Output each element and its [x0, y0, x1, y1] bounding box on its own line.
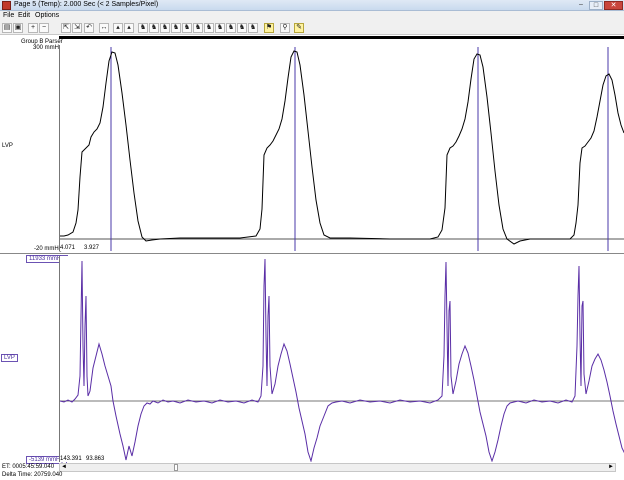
compress-icon[interactable]: ⇲ — [72, 23, 82, 33]
flag-icon[interactable]: ⚑ — [264, 23, 274, 33]
ch2-plot[interactable] — [59, 256, 624, 462]
menu-options[interactable]: Options — [35, 12, 59, 19]
probe-icon[interactable]: ⚲ — [280, 23, 290, 33]
marker-icon[interactable]: ♞ — [237, 23, 247, 33]
ch1-name: LVP — [2, 143, 13, 149]
ch1-readout-a: 4.071 — [60, 245, 76, 251]
menu-edit[interactable]: Edit — [18, 12, 30, 19]
menu-file[interactable]: File — [3, 12, 14, 19]
app-icon — [2, 1, 11, 10]
ch1-scale-top: 300 mmHg — [33, 45, 63, 51]
pen-icon[interactable]: ✎ — [294, 23, 304, 33]
horizontal-scrollbar[interactable]: ◄ ► — [59, 463, 616, 472]
minimize-button[interactable]: – — [574, 1, 588, 10]
marker-icon[interactable]: ♞ — [226, 23, 236, 33]
zoom-out-icon[interactable]: − — [39, 23, 49, 33]
marker-icon[interactable]: ♞ — [171, 23, 181, 33]
channel-separator — [0, 253, 624, 254]
print-icon[interactable]: ▤ — [2, 23, 12, 33]
maximize-button[interactable]: □ — [589, 1, 603, 10]
ch2-waveform — [60, 258, 624, 462]
ch1-waveform — [60, 50, 624, 245]
window-title: Page 5 (Temp): 2.000 Sec (< 2 Samples/Pi… — [14, 1, 159, 8]
marker-icon[interactable]: ▴ — [113, 23, 123, 33]
marker-icon[interactable]: ♞ — [248, 23, 258, 33]
expand-icon[interactable]: ⇱ — [61, 23, 71, 33]
ch2-readout-a: 143.391 — [60, 456, 82, 462]
horizontal-arrows-icon[interactable]: ↔ — [99, 23, 109, 33]
ch1-plot[interactable] — [59, 45, 624, 251]
scroll-left-icon[interactable]: ◄ — [60, 464, 68, 471]
marker-icon[interactable]: ▴ — [124, 23, 134, 33]
marker-icon[interactable]: ♞ — [204, 23, 214, 33]
scroll-right-icon[interactable]: ► — [607, 464, 615, 471]
toolbar: ▤ ▣ + − ⇱ ⇲ ↶ ↔ ▴ ▴ ♞ ♞ ♞ ♞ ♞ ♞ ♞ ♞ ♞ ♞ … — [0, 21, 624, 35]
menu-bar: File Edit Options — [0, 11, 624, 21]
save-icon[interactable]: ▣ — [13, 23, 23, 33]
marker-icon[interactable]: ♞ — [138, 23, 148, 33]
close-button[interactable]: ✕ — [604, 1, 623, 10]
marker-icon[interactable]: ♞ — [182, 23, 192, 33]
undo-icon[interactable]: ↶ — [84, 23, 94, 33]
ch1-readout-b: 3.927 — [84, 245, 100, 251]
title-bar: Page 5 (Temp): 2.000 Sec (< 2 Samples/Pi… — [0, 0, 624, 11]
zoom-in-icon[interactable]: + — [28, 23, 38, 33]
elapsed-time: ET: 0005:45:59.040 — [2, 464, 55, 470]
ch2-trace-svg — [60, 258, 624, 462]
ch1-scale-bottom: -20 mmHg — [34, 246, 63, 252]
ch2-name[interactable]: LVP — [1, 354, 18, 362]
ch2-readout-b: 93.863 — [86, 456, 105, 462]
marker-icon[interactable]: ♞ — [160, 23, 170, 33]
delta-time: Delta Time: 20759.040 — [2, 472, 63, 478]
marker-icon[interactable]: ♞ — [149, 23, 159, 33]
top-divider — [59, 36, 624, 39]
marker-icon[interactable]: ♞ — [193, 23, 203, 33]
ch1-trace-svg — [60, 47, 624, 251]
marker-icon[interactable]: ♞ — [215, 23, 225, 33]
scroll-thumb[interactable] — [174, 464, 178, 471]
